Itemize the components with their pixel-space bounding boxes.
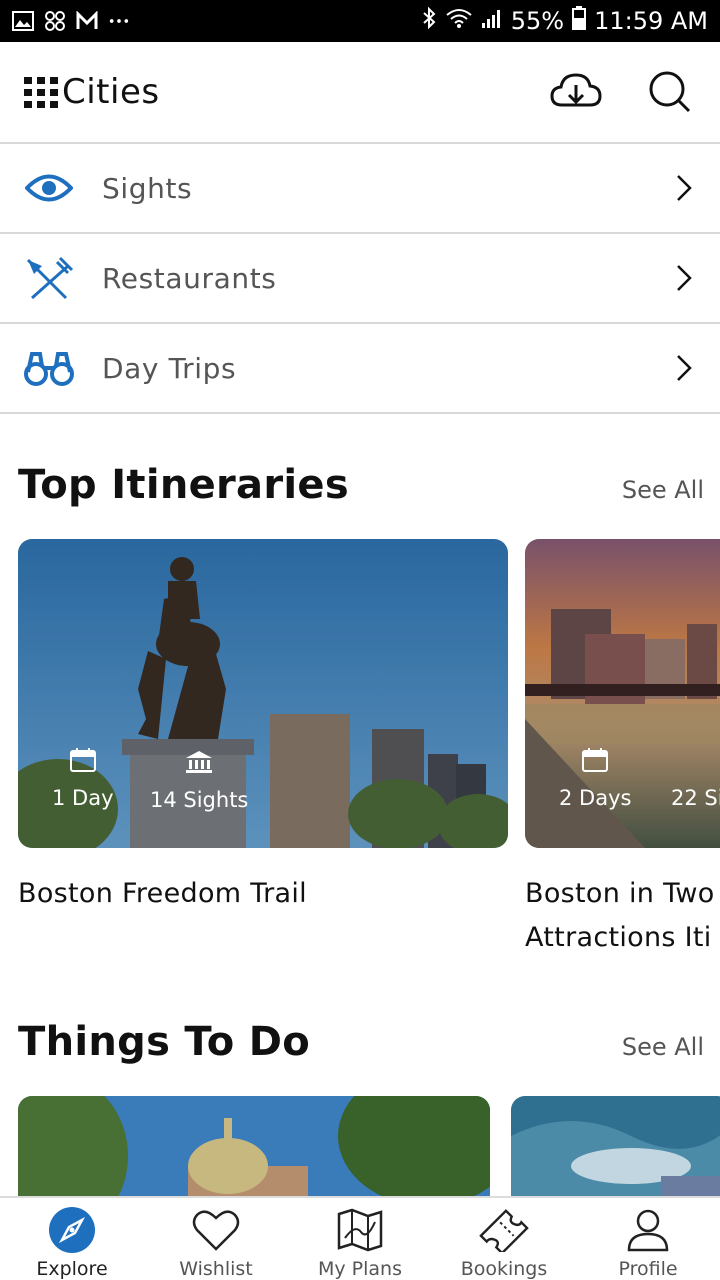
see-all-itineraries-link[interactable]: See All (622, 476, 704, 504)
nav-my-plans[interactable]: My Plans (288, 1198, 432, 1280)
eye-icon (24, 163, 74, 213)
things-to-do-carousel[interactable] (18, 1096, 720, 1196)
map-icon (335, 1206, 385, 1254)
nav-label: Bookings (460, 1258, 548, 1280)
image-icon (12, 11, 34, 31)
fork-knife-icon (24, 253, 74, 303)
section-title: Things To Do (18, 1019, 310, 1065)
calendar-icon (582, 748, 609, 772)
category-list: Sights Restaurants Day Trips (0, 144, 720, 414)
clock-time: 11:59 AM (594, 7, 708, 35)
status-left (12, 11, 130, 31)
bluetooth-icon (421, 6, 437, 36)
itinerary-carousel[interactable]: 1 Day 14 Sights Boston Freedom Trail 2 D… (18, 539, 720, 959)
ticket-icon (479, 1206, 529, 1254)
person-icon (623, 1206, 673, 1254)
itinerary-days: 2 Days (559, 748, 631, 810)
sights-label: 22 Si (671, 786, 720, 810)
section-title: Top Itineraries (18, 462, 349, 508)
itinerary-title: Boston Freedom Trail (18, 878, 307, 909)
download-cloud-icon[interactable] (550, 66, 602, 118)
things-to-do-header: Things To Do See All (18, 1019, 704, 1065)
nav-profile[interactable]: Profile (576, 1198, 720, 1280)
sights-label: 14 Sights (150, 788, 249, 812)
app-title: Cities (62, 72, 160, 112)
signal-icon (481, 7, 503, 35)
itinerary-card[interactable]: 1 Day 14 Sights Boston Freedom Trail (18, 539, 508, 916)
chevron-right-icon (677, 355, 692, 381)
thing-to-do-card[interactable] (18, 1096, 490, 1196)
gmail-icon (76, 11, 98, 31)
see-all-things-link[interactable]: See All (622, 1033, 704, 1061)
app-logo-icon (24, 76, 58, 108)
itinerary-sights: 14 Sights (150, 750, 248, 812)
battery-percent: 55% (510, 7, 565, 35)
binoculars-icon (24, 343, 74, 393)
status-right: 55% 11:59 AM (421, 6, 708, 36)
itinerary-days: 1 Day (52, 748, 114, 810)
category-restaurants[interactable]: Restaurants (0, 234, 720, 324)
battery-icon (572, 6, 587, 36)
days-label: 1 Day (52, 786, 114, 810)
itinerary-image: 2 Days 22 Si (525, 539, 720, 848)
itinerary-title: Boston in Two (525, 878, 715, 909)
search-icon[interactable] (644, 66, 696, 118)
itinerary-title-line2: Attractions Iti (525, 922, 712, 953)
category-label: Sights (102, 171, 193, 205)
nav-label: Wishlist (179, 1258, 253, 1280)
bottom-nav: Explore Wishlist My Plans Bookings Profi… (0, 1196, 720, 1280)
days-label: 2 Days (559, 786, 632, 810)
nav-label: Profile (618, 1258, 678, 1280)
nav-label: My Plans (318, 1258, 402, 1280)
itineraries-header: Top Itineraries See All (18, 462, 704, 508)
thing-to-do-card[interactable] (511, 1096, 720, 1196)
pinwheel-icon (44, 11, 66, 31)
app-actions (550, 66, 696, 118)
wifi-icon (445, 7, 473, 35)
nav-bookings[interactable]: Bookings (432, 1198, 576, 1280)
heart-icon (191, 1206, 241, 1254)
nav-label: Explore (36, 1258, 108, 1280)
category-day-trips[interactable]: Day Trips (0, 324, 720, 414)
category-sights[interactable]: Sights (0, 144, 720, 234)
more-dots-icon (108, 11, 130, 31)
category-label: Day Trips (102, 351, 237, 385)
compass-icon (47, 1206, 97, 1254)
calendar-icon (69, 748, 96, 772)
museum-icon (186, 751, 213, 773)
chevron-right-icon (677, 265, 692, 291)
status-bar: 55% 11:59 AM (0, 0, 720, 42)
app-bar: Cities (0, 42, 720, 144)
nav-wishlist[interactable]: Wishlist (144, 1198, 288, 1280)
category-label: Restaurants (102, 261, 277, 295)
itinerary-sights: 22 Si (671, 786, 720, 810)
chevron-right-icon (677, 175, 692, 201)
itinerary-image: 1 Day 14 Sights (18, 539, 508, 848)
itinerary-card[interactable]: 2 Days 22 Si Boston in Two Attractions I… (525, 539, 720, 959)
nav-explore[interactable]: Explore (0, 1198, 144, 1280)
